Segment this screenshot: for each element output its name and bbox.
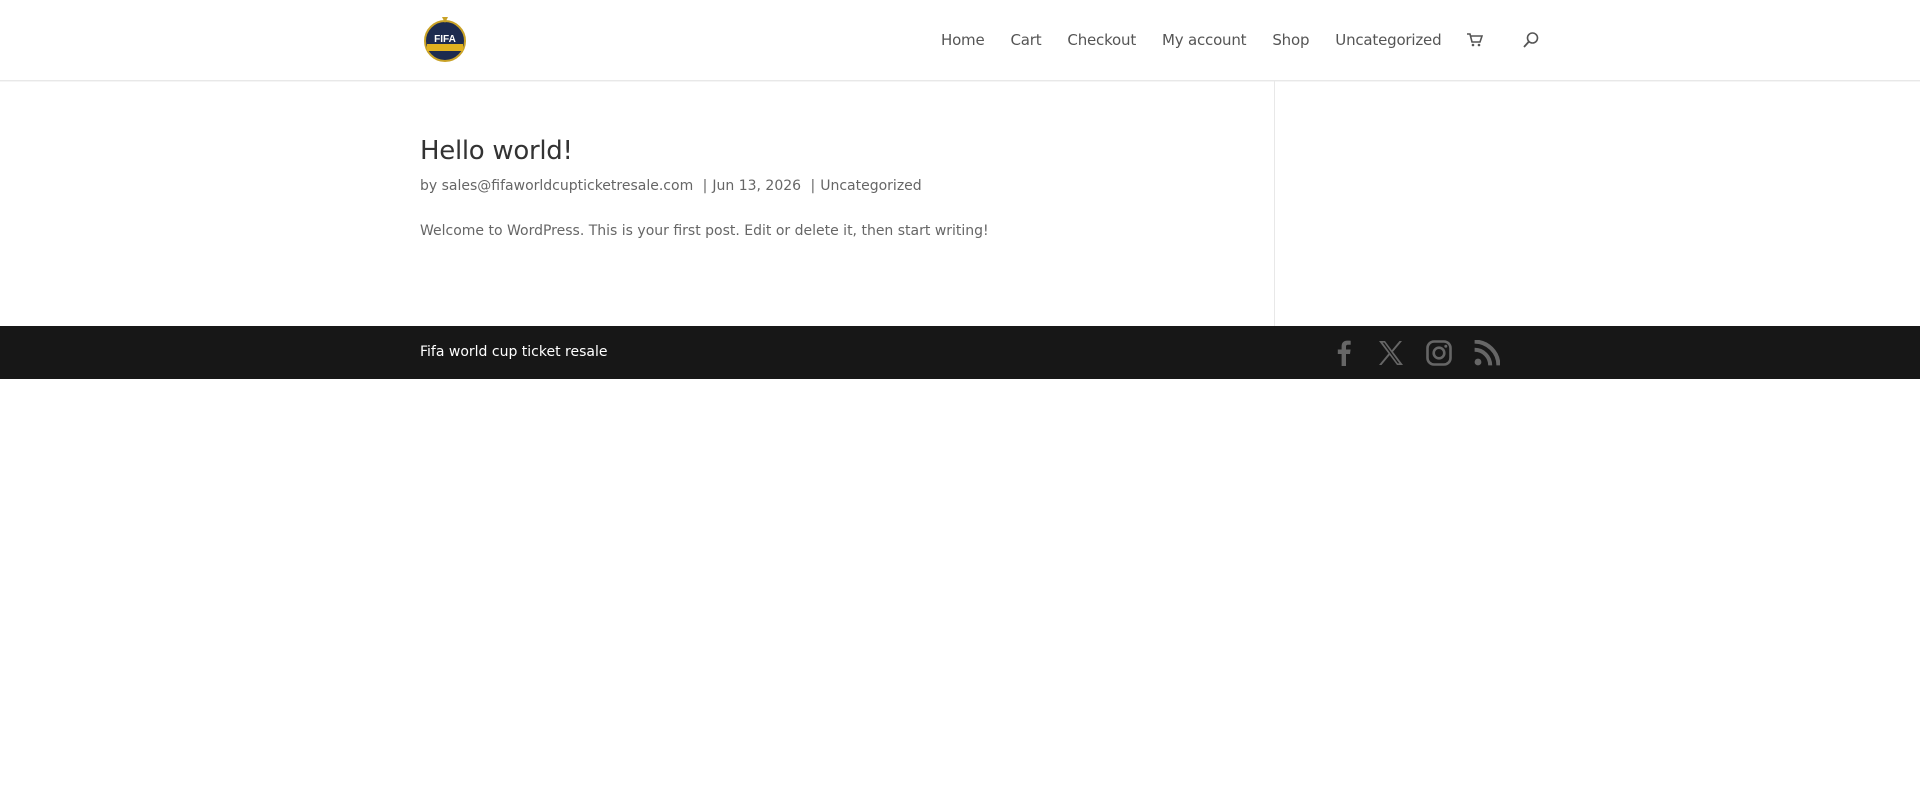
post-date: Jun 13, 2026: [712, 178, 802, 194]
site-footer: Fifa world cup ticket resale: [0, 326, 1920, 379]
sidebar-divider: [1274, 80, 1275, 326]
meta-separator: |: [702, 178, 708, 194]
nav-cart[interactable]: Cart: [1011, 0, 1042, 80]
svg-text:FIFA: FIFA: [434, 34, 456, 45]
post-title[interactable]: Hello world!: [420, 134, 1240, 168]
post-excerpt: Welcome to WordPress. This is your first…: [420, 223, 989, 239]
main-nav: Home Cart Checkout My account Shop Uncat…: [941, 0, 1539, 80]
rss-icon[interactable]: [1474, 339, 1500, 366]
site-header: FIFA Home Cart Checkout My account Shop …: [0, 0, 1920, 81]
search-icon[interactable]: [1523, 32, 1539, 48]
facebook-icon[interactable]: [1332, 340, 1356, 366]
meta-separator: |: [810, 178, 816, 194]
nav-checkout[interactable]: Checkout: [1067, 0, 1136, 80]
post-author-link[interactable]: sales@fifaworldcupticketresale.com: [442, 178, 694, 194]
instagram-icon[interactable]: [1426, 339, 1452, 366]
site-logo[interactable]: FIFA: [423, 15, 467, 63]
post: Hello world! by sales@fifaworldcupticket…: [420, 134, 1240, 255]
footer-text: Fifa world cup ticket resale: [420, 344, 608, 360]
x-icon[interactable]: [1378, 340, 1404, 366]
cart-icon[interactable]: [1467, 33, 1484, 47]
post-meta: by sales@fifaworldcupticketresale.com | J…: [420, 176, 1240, 196]
nav-my-account[interactable]: My account: [1162, 0, 1247, 80]
social-links: [1332, 326, 1500, 379]
main-content: Hello world! by sales@fifaworldcupticket…: [0, 80, 1920, 326]
meta-prefix: by: [420, 178, 438, 194]
nav-uncategorized[interactable]: Uncategorized: [1335, 0, 1441, 80]
nav-home[interactable]: Home: [941, 0, 985, 80]
post-category-link[interactable]: Uncategorized: [820, 178, 921, 194]
nav-shop[interactable]: Shop: [1272, 0, 1309, 80]
